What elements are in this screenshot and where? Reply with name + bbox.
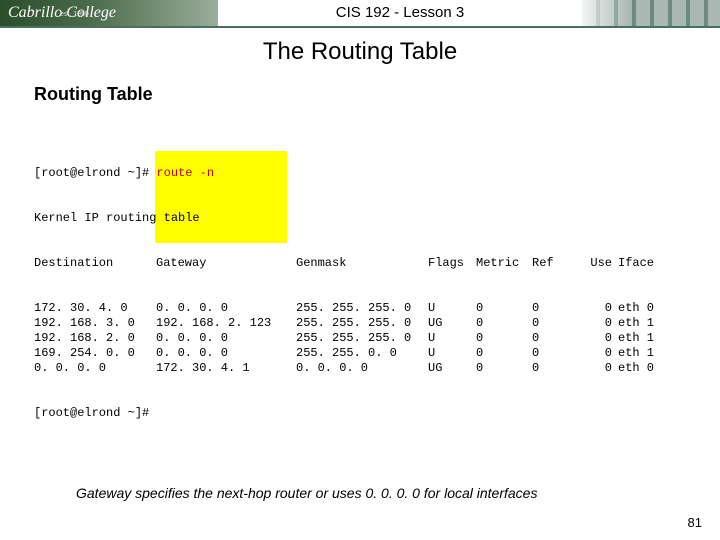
cell-gateway: 0. 0. 0. 0 [156, 346, 296, 361]
header-bar: Cabrillo College est. 1959 CIS 192 - Les… [0, 0, 720, 26]
cell-metric: 0 [476, 346, 532, 361]
cell-dest: 192. 168. 3. 0 [34, 316, 156, 331]
cell-dest: 169. 254. 0. 0 [34, 346, 156, 361]
caption-text: Gateway specifies the next-hop router or… [76, 484, 556, 502]
prompt-end: [root@elrond ~]# [34, 406, 720, 421]
cell-iface: eth 0 [612, 361, 666, 376]
cell-dest: 172. 30. 4. 0 [34, 301, 156, 316]
cell-iface: eth 0 [612, 301, 666, 316]
terminal-output: [root@elrond ~]# route -n Kernel IP rout… [34, 121, 720, 436]
cell-use: 0 [582, 331, 612, 346]
cell-dest: 0. 0. 0. 0 [34, 361, 156, 376]
cell-ref: 0 [532, 331, 582, 346]
table-row: 0. 0. 0. 0172. 30. 4. 10. 0. 0. 0UG000et… [34, 361, 720, 376]
hdr-iface: Iface [612, 256, 666, 271]
kernel-line: Kernel IP routing table [34, 211, 720, 226]
command-text: route -n [156, 166, 214, 180]
table-row: 192. 168. 2. 00. 0. 0. 0255. 255. 255. 0… [34, 331, 720, 346]
cell-use: 0 [582, 346, 612, 361]
cell-iface: eth 1 [612, 331, 666, 346]
cell-genmask: 255. 255. 255. 0 [296, 331, 428, 346]
prompt: [root@elrond ~]# [34, 166, 156, 180]
cell-use: 0 [582, 301, 612, 316]
cell-gateway: 0. 0. 0. 0 [156, 331, 296, 346]
header-rule [0, 26, 720, 28]
cell-use: 0 [582, 361, 612, 376]
cell-metric: 0 [476, 316, 532, 331]
table-row: 192. 168. 3. 0192. 168. 2. 123255. 255. … [34, 316, 720, 331]
cell-flags: U [428, 346, 476, 361]
logo-est-text: est. 1959 [60, 2, 89, 28]
header-photo [582, 0, 720, 26]
table-header-row: DestinationGatewayGenmaskFlagsMetricRefU… [34, 256, 720, 271]
cell-flags: U [428, 331, 476, 346]
cell-metric: 0 [476, 361, 532, 376]
cell-ref: 0 [532, 346, 582, 361]
cell-genmask: 0. 0. 0. 0 [296, 361, 428, 376]
page-number: 81 [688, 515, 702, 530]
section-heading: Routing Table [34, 84, 720, 105]
cell-gateway: 172. 30. 4. 1 [156, 361, 296, 376]
cell-ref: 0 [532, 301, 582, 316]
hdr-metric: Metric [476, 256, 532, 271]
hdr-dest: Destination [34, 256, 156, 271]
cell-gateway: 0. 0. 0. 0 [156, 301, 296, 316]
table-row: 172. 30. 4. 00. 0. 0. 0255. 255. 255. 0U… [34, 301, 720, 316]
cell-flags: U [428, 301, 476, 316]
hdr-gateway: Gateway [156, 256, 296, 271]
cell-genmask: 255. 255. 0. 0 [296, 346, 428, 361]
hdr-genmask: Genmask [296, 256, 428, 271]
cell-metric: 0 [476, 331, 532, 346]
cell-genmask: 255. 255. 255. 0 [296, 301, 428, 316]
hdr-use: Use [582, 256, 612, 271]
cell-ref: 0 [532, 361, 582, 376]
college-logo: Cabrillo College est. 1959 [0, 0, 218, 26]
cell-dest: 192. 168. 2. 0 [34, 331, 156, 346]
gateway-highlight [155, 151, 287, 243]
hdr-flags: Flags [428, 256, 476, 271]
page-title: The Routing Table [0, 38, 720, 66]
cell-flags: UG [428, 361, 476, 376]
cell-gateway: 192. 168. 2. 123 [156, 316, 296, 331]
cell-genmask: 255. 255. 255. 0 [296, 316, 428, 331]
cell-iface: eth 1 [612, 316, 666, 331]
cell-flags: UG [428, 316, 476, 331]
lesson-title: CIS 192 - Lesson 3 [218, 0, 582, 26]
cell-metric: 0 [476, 301, 532, 316]
cell-iface: eth 1 [612, 346, 666, 361]
table-row: 169. 254. 0. 00. 0. 0. 0255. 255. 0. 0U0… [34, 346, 720, 361]
cell-ref: 0 [532, 316, 582, 331]
hdr-ref: Ref [532, 256, 582, 271]
cell-use: 0 [582, 316, 612, 331]
